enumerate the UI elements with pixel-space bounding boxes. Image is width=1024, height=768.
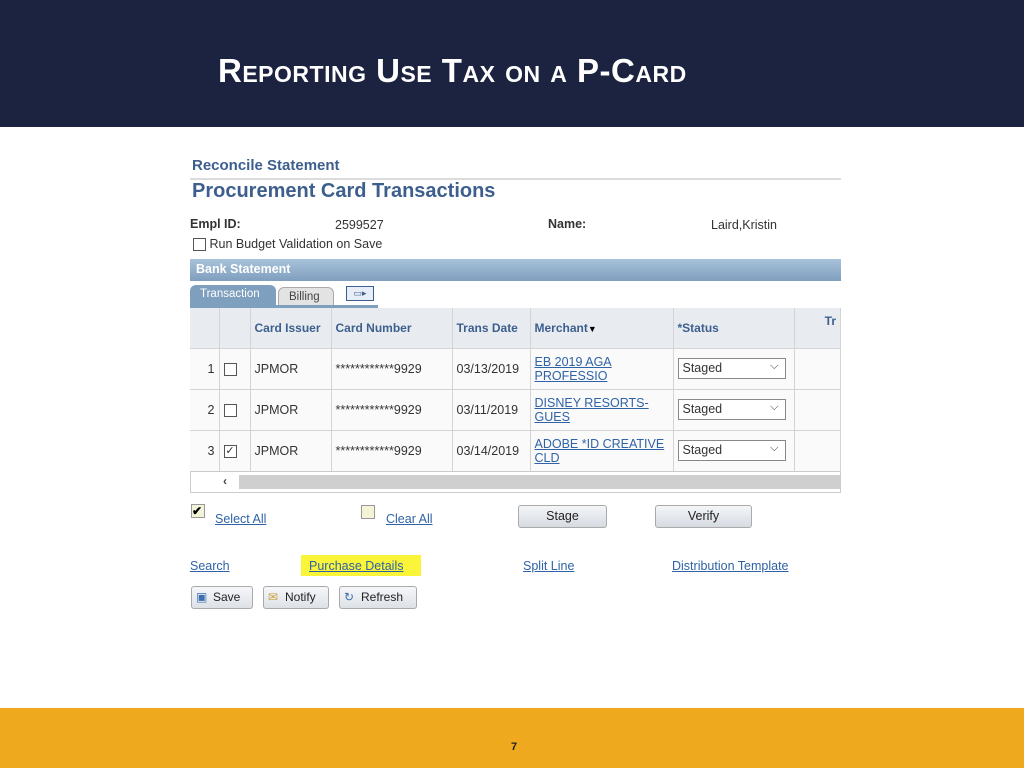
notify-label: Notify [285,590,316,604]
notify-icon: ✉ [268,590,279,604]
slide-header: Reporting Use Tax on a P-Card [0,0,1024,127]
transactions-grid: Card Issuer Card Number Trans Date Merch… [190,308,841,471]
search-link[interactable]: Search [190,559,230,573]
empl-id-value: 2599527 [335,218,384,232]
status-select[interactable]: Staged ⌵ [677,358,786,379]
merchant-cell: DISNEY RESORTS-GUES [530,388,674,430]
table-row: 1 JPMOR ************9929 03/13/2019 EB 2… [190,347,841,389]
card-issuer: JPMOR [250,388,332,430]
col-status[interactable]: *Status [673,308,795,348]
refresh-label: Refresh [361,590,404,604]
grid-header: Card Issuer Card Number Trans Date Merch… [190,308,841,348]
slide-title: Reporting Use Tax on a P-Card [218,52,687,89]
table-row: 2 JPMOR ************9929 03/11/2019 DISN… [190,388,841,430]
card-number: ************9929 [331,429,453,471]
merchant-link[interactable]: EB 2019 AGA PROFESSIO [535,355,612,383]
col-select [219,308,251,348]
status-select[interactable]: Staged ⌵ [677,399,786,420]
save-icon: ▣ [196,590,208,604]
merchant-link[interactable]: ADOBE *ID CREATIVE CLD [535,437,665,465]
card-issuer: JPMOR [250,429,332,471]
budget-validation[interactable]: Run Budget Validation on Save [193,237,383,252]
save-label: Save [213,590,241,604]
empty-cell [794,347,841,389]
chevron-down-icon: ⌵ [770,401,779,413]
status-select[interactable]: Staged ⌵ [677,440,786,462]
section-bank-statement: Bank Statement [190,259,841,281]
clear-all-link[interactable]: Clear All [386,512,433,526]
col-merchant[interactable]: Merchant▼ [530,308,674,348]
col-trans-date[interactable]: Trans Date [452,308,531,348]
trans-date: 03/13/2019 [452,347,531,389]
row-checkbox[interactable] [223,362,237,376]
split-line-link[interactable]: Split Line [523,559,574,573]
chevron-down-icon: ⌵ [770,360,779,372]
col-row-num [190,308,220,348]
select-all-link[interactable]: Select All [215,512,266,526]
scrollbar-thumb[interactable] [239,475,840,489]
refresh-icon: ↻ [344,590,355,604]
page-number: 7 [511,741,518,753]
purchase-details-link[interactable]: Purchase Details [309,559,404,573]
select-all-icon[interactable]: ✔ [191,504,205,518]
trans-date: 03/14/2019 [452,429,531,471]
merchant-link[interactable]: DISNEY RESORTS-GUES [535,396,649,424]
notify-button[interactable]: ✉ Notify [263,586,329,609]
refresh-button[interactable]: ↻ Refresh [339,586,417,609]
sort-desc-icon: ▼ [587,323,597,334]
trans-date: 03/11/2019 [452,388,531,430]
col-card-issuer[interactable]: Card Issuer [250,308,332,348]
row-checkbox-checked[interactable]: ✓ [223,444,237,458]
verify-button[interactable]: Verify [655,505,752,528]
merchant-header-label: Merchant [534,320,588,335]
empty-cell [794,429,841,471]
status-value: Staged [682,361,723,375]
table-row: 3 ✓ JPMOR ************9929 03/14/2019 AD… [190,429,841,471]
tab-billing[interactable]: Billing [278,287,334,307]
name-label: Name: [548,217,587,231]
horizontal-scrollbar[interactable]: ‹ [190,471,841,493]
card-number: ************9929 [331,347,453,389]
row-select-cell: ✓ [219,429,251,471]
row-select-cell [219,347,251,389]
card-issuer: JPMOR [250,347,332,389]
breadcrumb: Reconcile Statement [192,157,340,174]
status-cell: Staged ⌵ [673,388,795,430]
merchant-cell: ADOBE *ID CREATIVE CLD [530,429,674,471]
clear-all-icon[interactable] [361,505,375,519]
save-button[interactable]: ▣ Save [191,586,253,609]
stage-button[interactable]: Stage [518,505,607,528]
merchant-cell: EB 2019 AGA PROFESSIO [530,347,674,389]
budget-validation-checkbox[interactable] [193,238,206,252]
scroll-left-icon[interactable]: ‹ [223,474,227,488]
status-value: Staged [682,402,723,416]
empl-id-label: Empl ID: [190,217,241,231]
row-checkbox[interactable] [223,403,237,417]
status-cell: Staged ⌵ [673,347,795,389]
row-number: 3 [190,429,220,471]
empty-cell [794,388,841,430]
chevron-down-icon: ⌵ [770,442,779,455]
col-truncated: Tr [794,308,841,348]
row-number: 2 [190,388,220,430]
row-select-cell [219,388,251,430]
slide-footer: 7 [0,708,1024,768]
status-cell: Staged ⌵ [673,429,795,471]
tab-transaction[interactable]: Transaction [190,285,276,307]
name-value: Laird,Kristin [711,218,777,232]
row-number: 1 [190,347,220,389]
status-value: Staged [682,443,723,458]
distribution-template-link[interactable]: Distribution Template [672,559,789,573]
card-number: ************9929 [331,388,453,430]
col-card-number[interactable]: Card Number [331,308,453,348]
show-all-columns-icon[interactable]: ▭▸ [346,286,374,301]
budget-validation-label: Run Budget Validation on Save [209,237,383,251]
page-title: Procurement Card Transactions [192,180,496,202]
